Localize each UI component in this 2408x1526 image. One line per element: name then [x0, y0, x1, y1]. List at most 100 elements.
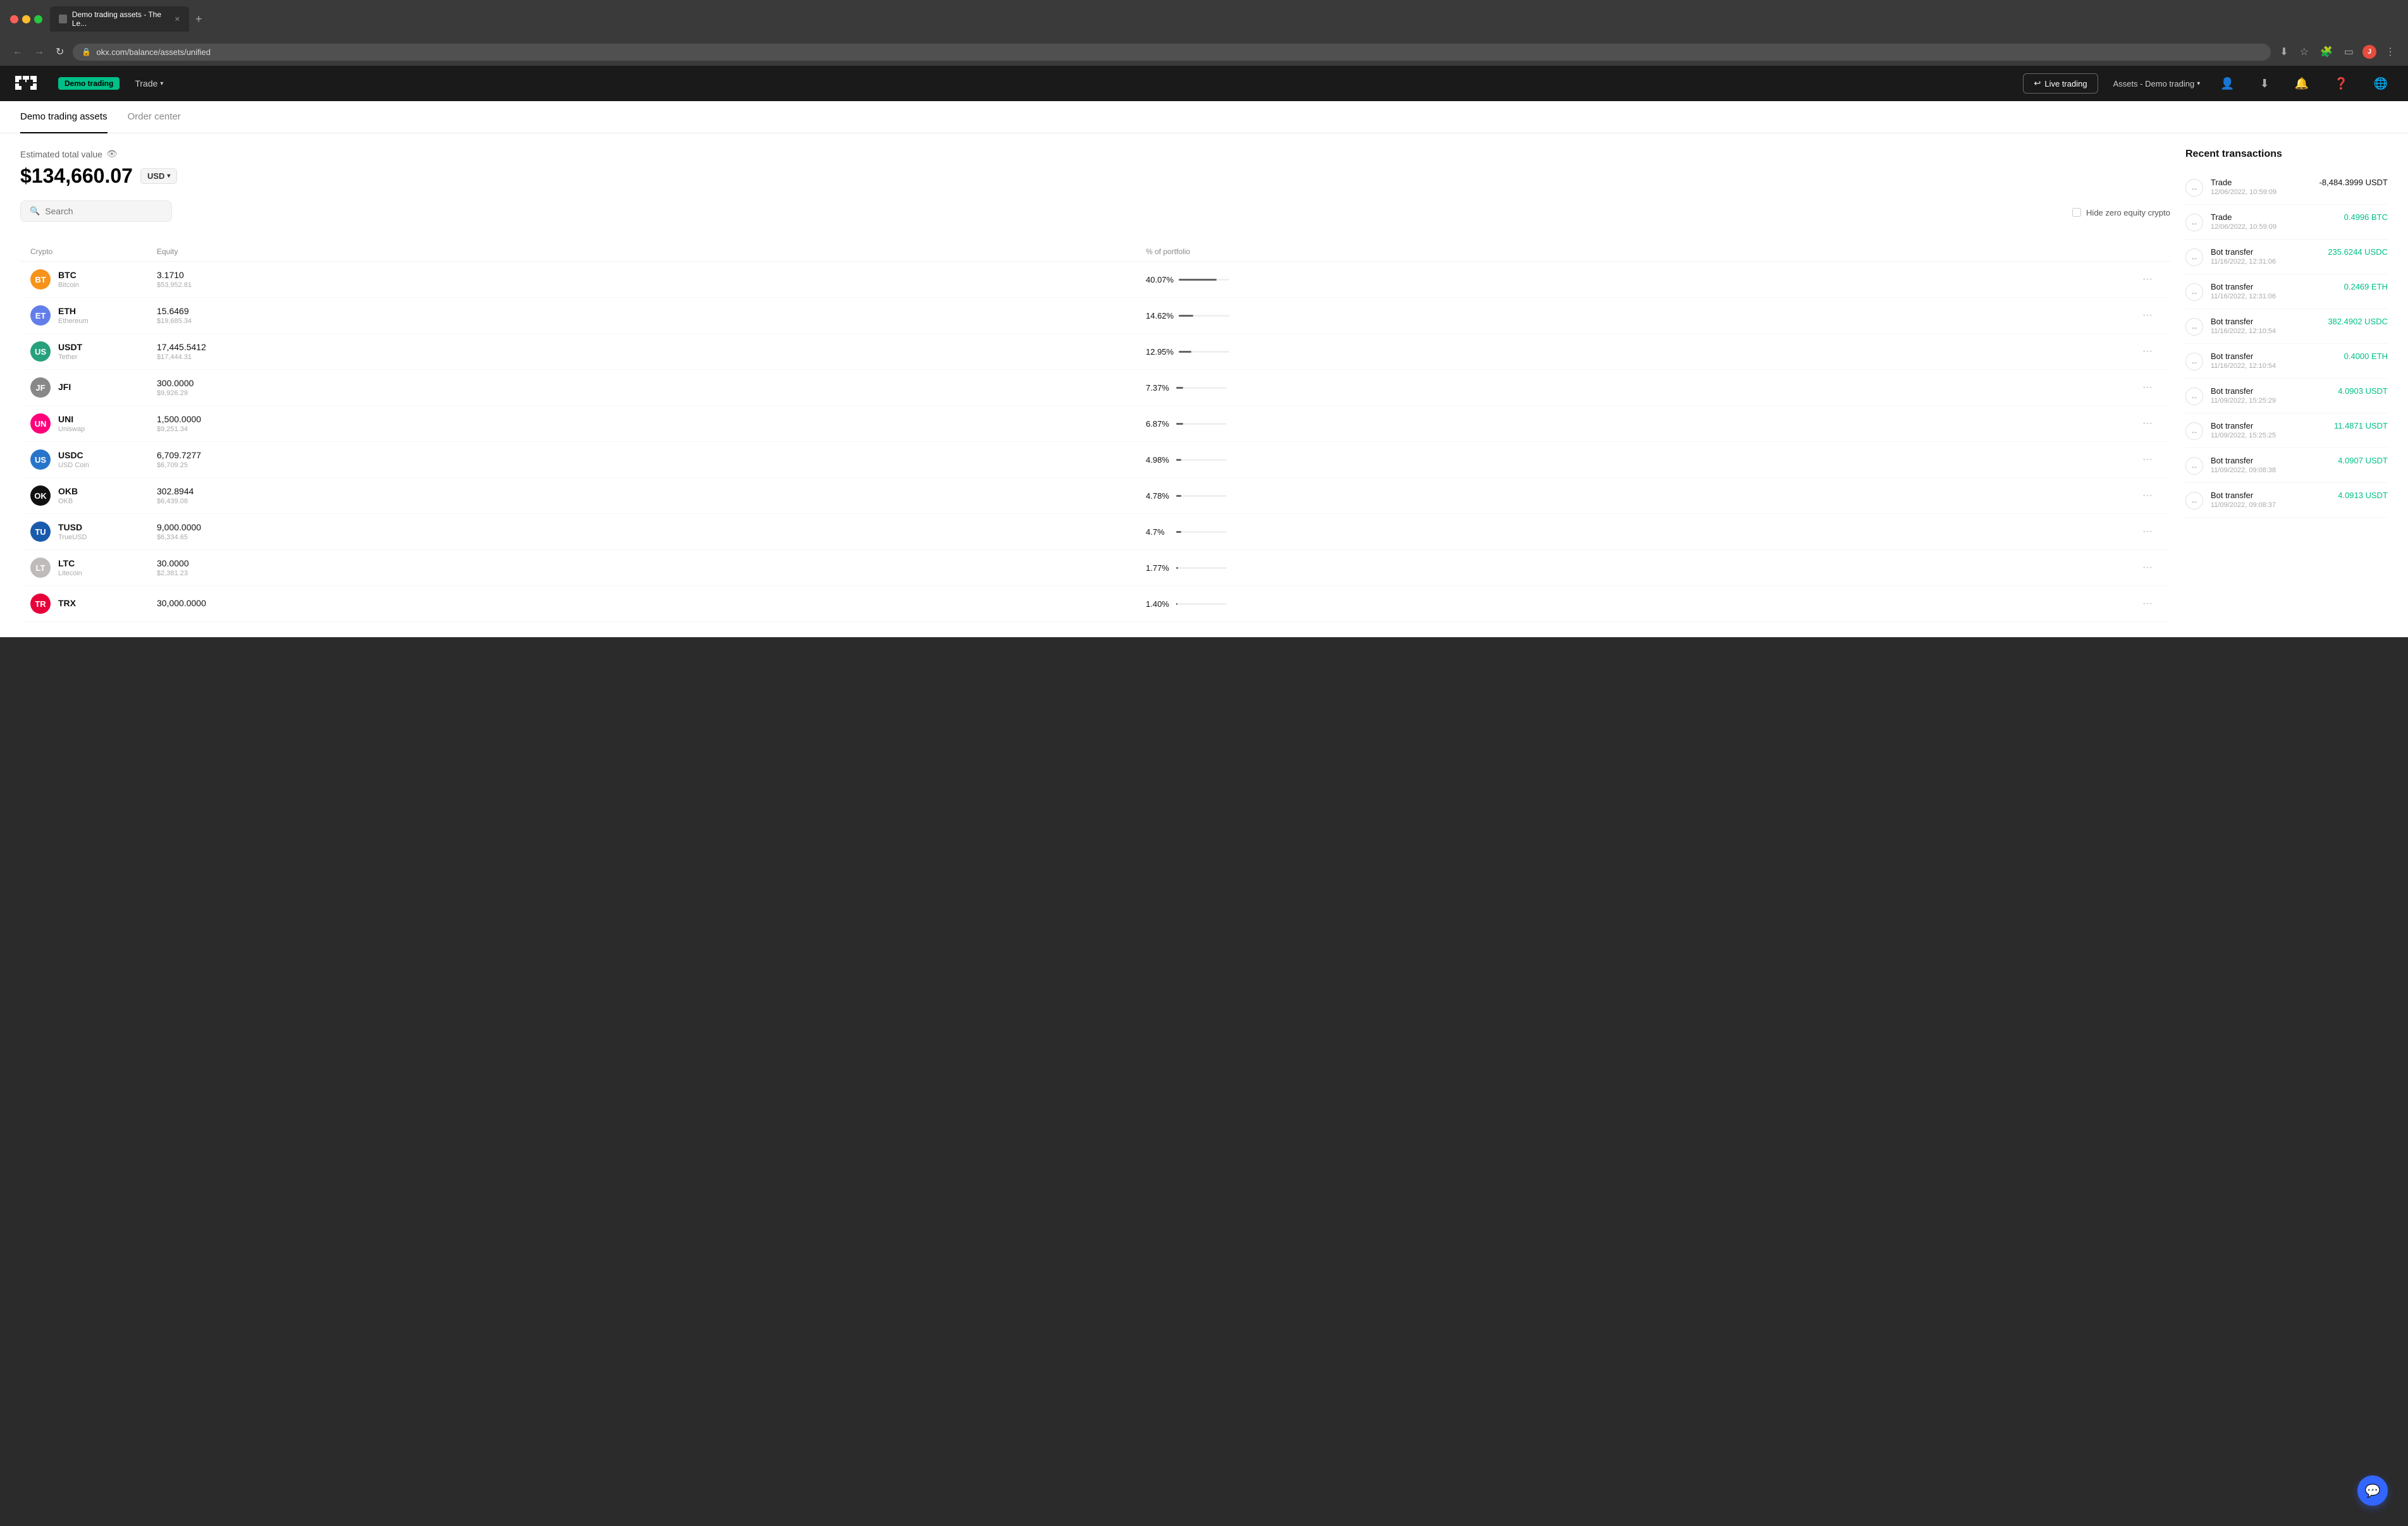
tab-close-icon[interactable]: ✕: [175, 15, 180, 23]
more-options-button[interactable]: ···: [2135, 490, 2160, 501]
asset-icon: US: [30, 449, 51, 470]
asset-fullname: TrueUSD: [58, 534, 87, 541]
pct-bar-bg: [1176, 567, 1227, 569]
pct-bar-bg: [1179, 351, 1229, 353]
pct-bar-bg: [1179, 315, 1229, 317]
asset-info: UN UNI Uniswap: [30, 413, 157, 434]
tx-type: Bot transfer: [2211, 491, 2330, 500]
asset-icon: LT: [30, 558, 51, 578]
asset-symbol: UNI: [58, 414, 85, 424]
help-icon[interactable]: ❓: [2329, 75, 2353, 93]
pct-text: 1.40%: [1146, 599, 1171, 609]
eye-icon[interactable]: 👁: [106, 149, 118, 159]
back-button[interactable]: ←: [10, 44, 25, 60]
equity-usd: $6,439.08: [157, 497, 1146, 505]
table-row: LT LTC Litecoin 30.0000 $2,381.23 1.77% …: [20, 550, 2170, 586]
more-options-button[interactable]: ···: [2135, 454, 2160, 465]
tab-title: Demo trading assets - The Le...: [72, 10, 169, 28]
globe-icon[interactable]: 🌐: [2369, 75, 2393, 93]
asset-info: TR TRX: [30, 594, 157, 614]
asset-info: TU TUSD TrueUSD: [30, 522, 157, 542]
equity-amount: 9,000.0000: [157, 522, 1146, 532]
asset-symbol: TRX: [58, 598, 76, 608]
profile-avatar[interactable]: J: [2362, 45, 2376, 59]
tx-amount: 4.0913 USDT: [2338, 491, 2388, 500]
table-row: ET ETH Ethereum 15.6469 $19,685.34 14.62…: [20, 298, 2170, 334]
demo-badge: Demo trading: [58, 77, 120, 90]
more-options-button[interactable]: ···: [2135, 418, 2160, 429]
asset-symbol: LTC: [58, 558, 82, 568]
address-bar[interactable]: 🔒 okx.com/balance/assets/unified: [73, 44, 2271, 61]
chat-button[interactable]: 💬: [2357, 1475, 2388, 1506]
more-options-button[interactable]: ···: [2135, 598, 2160, 609]
maximize-button[interactable]: [34, 15, 42, 23]
tx-date: 11/16/2022, 12:31:06: [2211, 293, 2337, 300]
tx-icon: ↔: [2185, 353, 2203, 370]
equity-amount: 17,445.5412: [157, 342, 1146, 352]
minimize-button[interactable]: [22, 15, 30, 23]
asset-symbol: OKB: [58, 486, 78, 496]
portfolio-pct: 4.78%: [1146, 491, 2135, 501]
tx-type: Bot transfer: [2211, 282, 2337, 291]
more-options-button[interactable]: ···: [2135, 274, 2160, 285]
equity-usd: $2,381.23: [157, 570, 1146, 577]
reload-button[interactable]: ↻: [53, 43, 66, 61]
sidebar-icon[interactable]: ▭: [2342, 43, 2356, 61]
tx-amount: 382.4902 USDC: [2328, 317, 2388, 326]
more-options-button[interactable]: ···: [2135, 526, 2160, 537]
download-page-icon[interactable]: ⬇: [2277, 43, 2290, 61]
forward-button[interactable]: →: [32, 44, 47, 60]
portfolio-pct: 14.62%: [1146, 311, 2135, 320]
portfolio-pct: 7.37%: [1146, 383, 2135, 393]
more-options-button[interactable]: ···: [2135, 310, 2160, 321]
pct-bar-bg: [1176, 495, 1227, 497]
currency-select[interactable]: USD ▾: [140, 168, 177, 184]
tx-date: 12/06/2022, 10:59:09: [2211, 188, 2312, 196]
assets-menu[interactable]: Assets - Demo trading ▾: [2113, 79, 2201, 89]
asset-symbol: BTC: [58, 270, 79, 280]
tab-demo-trading-assets[interactable]: Demo trading assets: [20, 101, 108, 133]
more-options-button[interactable]: ···: [2135, 382, 2160, 393]
equity-usd: $9,926.29: [157, 389, 1146, 397]
new-tab-button[interactable]: +: [192, 13, 206, 26]
more-options-button[interactable]: ···: [2135, 562, 2160, 573]
pct-text: 12.95%: [1146, 347, 1174, 357]
close-button[interactable]: [10, 15, 18, 23]
equity-amount: 15.6469: [157, 306, 1146, 316]
tx-info: Bot transfer 11/16/2022, 12:31:06: [2211, 247, 2320, 266]
tx-type: Bot transfer: [2211, 456, 2330, 465]
browser-tabs: Demo trading assets - The Le... ✕ +: [50, 6, 206, 32]
table-row: US USDC USD Coin 6,709.7277 $6,709.25 4.…: [20, 442, 2170, 478]
pct-bar-bg: [1176, 603, 1227, 605]
download-icon[interactable]: ⬇: [2255, 75, 2275, 93]
asset-info: ET ETH Ethereum: [30, 305, 157, 326]
search-bar[interactable]: 🔍: [20, 200, 172, 222]
hide-zero-label[interactable]: Hide zero equity crypto: [2072, 208, 2170, 217]
tx-info: Trade 12/06/2022, 10:59:09: [2211, 212, 2337, 231]
more-options-button[interactable]: ···: [2135, 346, 2160, 357]
pct-text: 14.62%: [1146, 311, 1174, 320]
pct-bar-fill: [1176, 423, 1183, 425]
tx-icon: ↔: [2185, 248, 2203, 266]
user-icon[interactable]: 👤: [2215, 75, 2239, 93]
asset-symbol: TUSD: [58, 522, 87, 532]
list-item: ↔ Bot transfer 11/16/2022, 12:10:54 382.…: [2185, 309, 2388, 344]
bell-icon[interactable]: 🔔: [2290, 75, 2314, 93]
bookmark-icon[interactable]: ☆: [2297, 43, 2311, 61]
tab-order-center[interactable]: Order center: [128, 101, 181, 133]
menu-icon[interactable]: ⋮: [2383, 43, 2398, 61]
hide-zero-checkbox[interactable]: [2072, 208, 2081, 217]
tx-amount: 4.0903 USDT: [2338, 386, 2388, 396]
table-row: TU TUSD TrueUSD 9,000.0000 $6,334.65 4.7…: [20, 514, 2170, 550]
trade-menu[interactable]: Trade ▾: [135, 78, 163, 89]
asset-table: Crypto Equity % of portfolio BT BTC Bitc…: [20, 242, 2170, 622]
active-tab[interactable]: Demo trading assets - The Le... ✕: [50, 6, 189, 32]
logo[interactable]: [15, 76, 43, 91]
tx-type: Trade: [2211, 178, 2312, 187]
tx-type: Trade: [2211, 212, 2337, 222]
live-trading-button[interactable]: ↩ Live trading: [2023, 73, 2098, 94]
search-input[interactable]: [45, 206, 163, 216]
list-item: ↔ Bot transfer 11/09/2022, 15:25:29 4.09…: [2185, 379, 2388, 413]
tx-icon: ↔: [2185, 214, 2203, 231]
extension-icon[interactable]: 🧩: [2318, 43, 2335, 61]
